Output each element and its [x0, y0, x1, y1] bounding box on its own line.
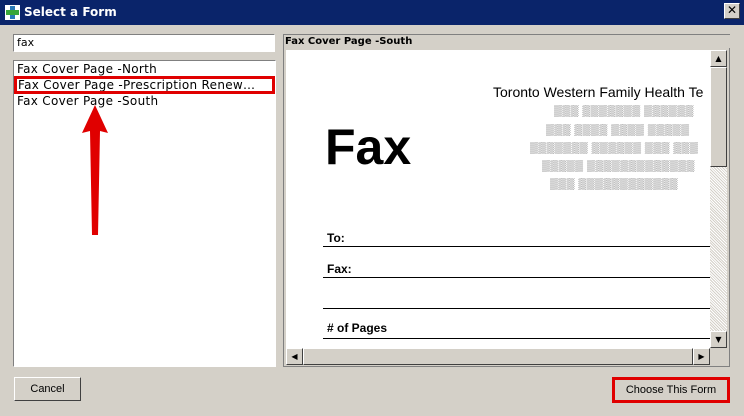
divider — [323, 338, 710, 339]
scroll-thumb[interactable] — [710, 67, 727, 167]
address-line-blurred: ▒▒▒▒▒▒▒ ▒▒▒▒▒▒ ▒▒▒ ▒▒▒ — [530, 142, 699, 154]
form-list: Fax Cover Page -North Fax Cover Page -Pr… — [13, 60, 276, 367]
window-title: Select a Form — [24, 5, 117, 19]
dialog-body: fax Fax Cover Page -North Fax Cover Page… — [0, 25, 744, 416]
clinic-name: Toronto Western Family Health Te — [493, 84, 704, 100]
list-item[interactable]: Fax Cover Page -South — [14, 93, 275, 109]
title-bar: Select a Form ✕ — [0, 0, 744, 25]
divider — [323, 277, 710, 278]
horizontal-scrollbar[interactable]: ◀ ▶ — [286, 348, 710, 365]
pages-label: # of Pages — [327, 321, 388, 335]
scroll-up-icon[interactable]: ▲ — [710, 50, 727, 67]
choose-form-button[interactable]: Choose This Form — [612, 377, 730, 403]
address-line-blurred: ▒▒▒ ▒▒▒▒ ▒▒▒▒ ▒▒▒▒▒ — [546, 124, 690, 136]
preview-title: Fax Cover Page -South — [284, 35, 730, 48]
close-icon[interactable]: ✕ — [724, 3, 740, 19]
form-preview-panel: Fax Cover Page -South Toronto Western Fa… — [283, 34, 730, 367]
divider — [323, 246, 710, 247]
vertical-scrollbar[interactable]: ▲ ▼ — [710, 50, 727, 348]
to-label: To: — [327, 231, 345, 245]
scroll-down-icon[interactable]: ▼ — [710, 331, 727, 348]
search-input[interactable]: fax — [13, 34, 275, 52]
scroll-left-icon[interactable]: ◀ — [286, 348, 303, 365]
preview-page: Toronto Western Family Health Te ▒▒▒ ▒▒▒… — [286, 50, 710, 348]
arrow-up-annotation-icon — [82, 105, 108, 235]
address-line-blurred: ▒▒▒ ▒▒▒▒▒▒▒ ▒▒▒▒▒▒ — [554, 105, 694, 117]
address-line-blurred: ▒▒▒▒▒ ▒▒▒▒▒▒▒▒▒▒▒▒▒ — [542, 160, 695, 172]
address-line-blurred: ▒▒▒ ▒▒▒▒▒▒▒▒▒▒▒▒ — [550, 178, 678, 190]
list-item[interactable]: Fax Cover Page -Prescription Renew… — [14, 76, 275, 94]
cancel-button[interactable]: Cancel — [14, 377, 81, 401]
fax-heading: Fax — [325, 119, 412, 175]
list-item[interactable]: Fax Cover Page -North — [14, 61, 275, 77]
scroll-corner — [710, 348, 727, 365]
scroll-thumb[interactable] — [303, 348, 693, 365]
divider — [323, 308, 710, 309]
scroll-right-icon[interactable]: ▶ — [693, 348, 710, 365]
fax-label: Fax: — [327, 262, 352, 276]
app-icon — [5, 5, 20, 20]
